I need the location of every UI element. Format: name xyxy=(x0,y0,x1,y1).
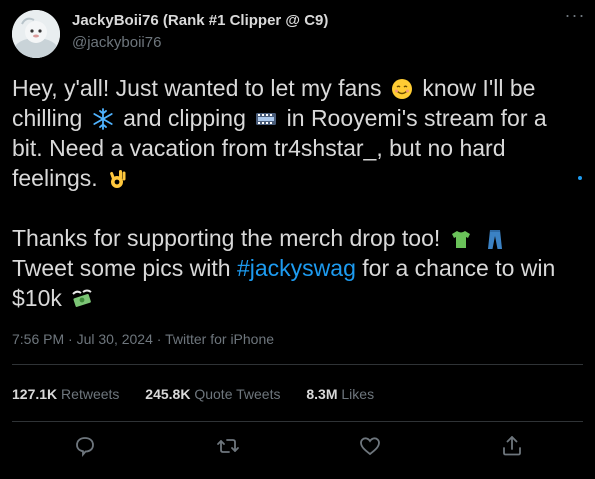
quote-tweets-stat[interactable]: 245.8K Quote Tweets xyxy=(145,386,284,402)
tweet-text: Hey, y'all! Just wanted to let my fans k… xyxy=(12,75,556,311)
like-icon[interactable] xyxy=(358,434,382,458)
film-frames-emoji xyxy=(255,108,277,130)
hashtag-link[interactable]: #jackyswag xyxy=(237,255,356,281)
money-with-wings-emoji xyxy=(71,288,93,310)
ok-hand-emoji xyxy=(107,168,129,190)
retweets-stat[interactable]: 127.1K Retweets xyxy=(12,386,123,402)
blue-dot xyxy=(578,176,582,180)
share-icon[interactable] xyxy=(500,434,524,458)
t-shirt-emoji xyxy=(450,228,472,250)
author-handle[interactable]: @jackyboii76 xyxy=(72,34,161,51)
more-dots-icon[interactable]: ··· xyxy=(560,6,590,30)
snowflake-emoji xyxy=(92,108,114,130)
avatar[interactable] xyxy=(12,10,60,58)
author-display-name[interactable]: JackyBoii76 (Rank #1 Clipper @ C9) xyxy=(72,12,328,29)
tweet-stats: 127.1K Retweets 245.8K Quote Tweets 8.3M… xyxy=(12,386,396,402)
tweet-actions xyxy=(0,428,595,464)
tweet: JackyBoii76 (Rank #1 Clipper @ C9) @jack… xyxy=(0,0,595,479)
tweet-date[interactable]: Jul 30, 2024 xyxy=(77,331,153,347)
tweet-meta: 7:56 PM · Jul 30, 2024 · Twitter for iPh… xyxy=(12,331,275,347)
retweet-icon[interactable] xyxy=(216,434,240,458)
divider xyxy=(12,421,583,422)
reply-icon[interactable] xyxy=(73,434,97,458)
jeans-emoji xyxy=(484,228,506,250)
divider xyxy=(12,364,583,365)
tweet-source[interactable]: Twitter for iPhone xyxy=(165,331,274,347)
tweet-time[interactable]: 7:56 PM xyxy=(12,331,64,347)
smiling-face-emoji xyxy=(391,78,413,100)
likes-stat[interactable]: 8.3M Likes xyxy=(306,386,374,402)
